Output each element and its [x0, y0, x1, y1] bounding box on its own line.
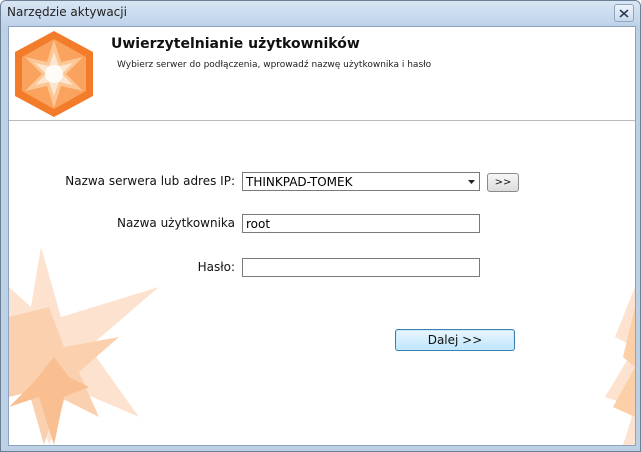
- password-input[interactable]: [242, 258, 480, 277]
- browse-servers-button[interactable]: >>: [487, 173, 519, 192]
- username-label: Nazwa użytkownika: [116, 216, 235, 230]
- background-star-graphic-right: [605, 287, 635, 445]
- star-hexagon-logo: [15, 31, 93, 117]
- username-input[interactable]: root: [242, 214, 480, 233]
- password-label: Hasło:: [197, 260, 235, 274]
- username-value: root: [246, 217, 271, 231]
- activation-tool-window: Narzędzie aktywacji Uwierzytelnianie uży…: [0, 0, 641, 452]
- header-panel: Uwierzytelnianie użytkowników Wybierz se…: [9, 27, 635, 120]
- server-combobox-value: THINKPAD-TOMEK: [246, 175, 353, 189]
- page-subtitle: Wybierz serwer do podłączenia, wprowadź …: [117, 60, 432, 70]
- background-star-graphic: [9, 247, 159, 445]
- server-combobox[interactable]: THINKPAD-TOMEK: [242, 172, 480, 191]
- title-bar[interactable]: Narzędzie aktywacji: [1, 1, 640, 25]
- server-label: Nazwa serwera lub adres IP:: [65, 174, 235, 188]
- next-button[interactable]: Dalej >>: [395, 329, 515, 351]
- page-title: Uwierzytelnianie użytkowników: [111, 36, 360, 52]
- window-title: Narzędzie aktywacji: [7, 5, 127, 19]
- header-divider: [9, 120, 635, 121]
- chevron-down-icon[interactable]: [465, 175, 477, 188]
- dialog-content: Uwierzytelnianie użytkowników Wybierz se…: [8, 26, 636, 446]
- close-icon: [619, 8, 629, 18]
- close-button[interactable]: [614, 4, 634, 22]
